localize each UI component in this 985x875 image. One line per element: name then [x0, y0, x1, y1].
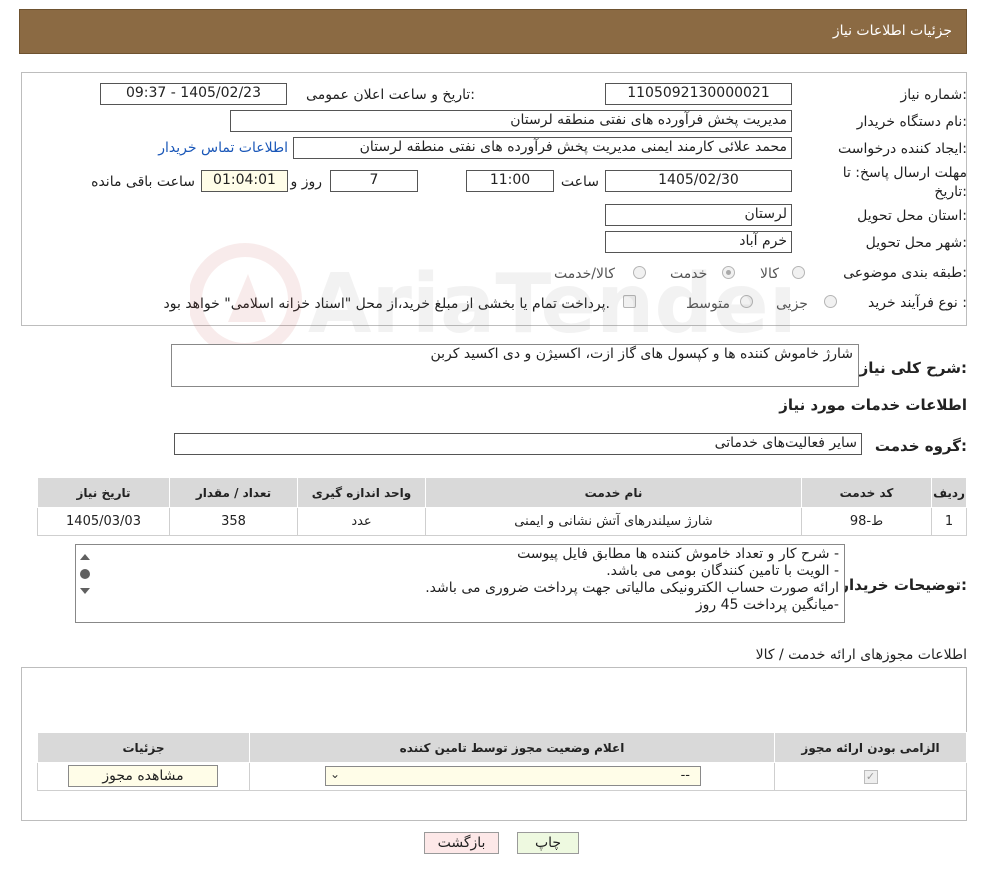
buyer-notes-textarea[interactable]: - شرح کار و تعداد خاموش کننده ها مطابق ف… — [75, 544, 845, 623]
summary-label: شرح کلی نیاز: — [859, 359, 967, 377]
need-number-field: 1105092130000021 — [605, 83, 792, 105]
process-option-minor-radio[interactable] — [824, 295, 837, 308]
process-option-medium-label: متوسط — [686, 296, 730, 312]
col-permit-details: جزئیات — [37, 732, 250, 763]
col-service-name: نام خدمت — [425, 477, 802, 508]
page-title: جزئیات اطلاعات نیاز — [832, 23, 952, 39]
deadline-date-field: 1405/02/30 — [605, 170, 792, 192]
back-button[interactable]: بازگشت — [424, 832, 499, 854]
buyer-notes-label: توضیحات خریدار: — [840, 576, 967, 594]
buyer-org-field: مدیریت پخش فرآورده های نفتی منطقه لرستان — [230, 110, 792, 132]
checkbox-disabled-icon: ✓ — [863, 770, 878, 784]
col-permit-status: اعلام وضعیت مجوز توسط تامین کننده — [249, 732, 775, 763]
table-row: 1 ط-98 شارژ سیلندرهای آتش نشانی و ایمنی … — [37, 507, 967, 536]
remaining-time-label: ساعت باقی مانده — [91, 174, 195, 190]
process-option-medium-radio[interactable] — [740, 295, 753, 308]
col-unit: واحد اندازه گیری — [297, 477, 426, 508]
announce-date-label: تاریخ و ساعت اعلان عمومی: — [306, 87, 475, 103]
delivery-city-field: خرم آباد — [605, 231, 792, 253]
category-option-goods-label: کالا — [760, 266, 779, 282]
need-number-label: شماره نیاز: — [900, 87, 967, 103]
deadline-time-field: 11:00 — [466, 170, 554, 192]
cell-permit-required: ✓ — [774, 762, 967, 791]
deadline-label: مهلت ارسال پاسخ: تا تاریخ: — [843, 164, 967, 202]
remaining-time-field: 01:04:01 — [201, 170, 288, 192]
permits-table-header: الزامی بودن ارائه مجوز اعلام وضعیت مجوز … — [37, 732, 967, 763]
cell-quantity: 358 — [169, 507, 298, 536]
deadline-label-line2: تاریخ: — [934, 184, 967, 200]
notes-scrollbar[interactable] — [77, 548, 93, 620]
service-group-label: گروه خدمت: — [874, 437, 967, 455]
treasury-payment-checkbox[interactable] — [623, 295, 636, 308]
permit-status-select-value: -- — [680, 768, 690, 783]
services-table-header: ردیف کد خدمت نام خدمت واحد اندازه گیری ت… — [37, 477, 967, 508]
category-label: طبقه بندی موضوعی: — [843, 265, 967, 281]
delivery-province-label: استان محل تحویل: — [857, 208, 967, 224]
process-type-label: نوع فرآیند خرید : — [868, 295, 967, 311]
category-option-both-label: کالا/خدمت — [554, 266, 615, 282]
summary-textarea[interactable]: شارژ خاموش کننده ها و کپسول های گاز ازت،… — [171, 344, 859, 387]
cell-row-no: 1 — [931, 507, 967, 536]
cell-need-date: 1405/03/03 — [37, 507, 170, 536]
col-service-code: کد خدمت — [801, 477, 932, 508]
scroll-thumb-icon — [80, 569, 90, 579]
notes-scrollbar-graphic — [80, 554, 90, 594]
cell-service-name: شارژ سیلندرهای آتش نشانی و ایمنی — [425, 507, 802, 536]
col-need-date: تاریخ نیاز — [37, 477, 170, 508]
scroll-down-icon — [80, 588, 90, 594]
buyer-org-label: نام دستگاه خریدار: — [856, 114, 967, 130]
chevron-down-icon: ⌄ — [330, 767, 341, 781]
services-section-title: اطلاعات خدمات مورد نیاز — [779, 396, 967, 414]
requester-label: ایجاد کننده درخواست: — [838, 141, 967, 157]
buyer-contact-link[interactable]: اطلاعات تماس خریدار — [158, 140, 288, 156]
process-option-minor-label: جزیی — [776, 296, 808, 312]
announce-date-field: 1405/02/23 - 09:37 — [100, 83, 287, 105]
print-button[interactable]: چاپ — [517, 832, 579, 854]
category-option-service-radio[interactable] — [722, 266, 735, 279]
delivery-province-field: لرستان — [605, 204, 792, 226]
category-option-goods-radio[interactable] — [792, 266, 805, 279]
buyer-note-line: -میانگین پرداخت 45 روز — [695, 597, 839, 613]
col-row-no: ردیف — [931, 477, 967, 508]
category-option-both-radio[interactable] — [633, 266, 646, 279]
col-quantity: تعداد / مقدار — [169, 477, 298, 508]
permits-section-title: اطلاعات مجوزهای ارائه خدمت / کالا — [755, 647, 967, 663]
services-table: ردیف کد خدمت نام خدمت واحد اندازه گیری ت… — [37, 477, 967, 536]
buyer-note-line: ارائه صورت حساب الکترونیکی مالیاتی جهت پ… — [425, 580, 839, 596]
requester-field: محمد علائی کارمند ایمنی مدیریت پخش فرآور… — [293, 137, 792, 159]
service-group-field: سایر فعالیت‌های خدماتی — [174, 433, 862, 455]
cell-service-code: ط-98 — [801, 507, 932, 536]
remaining-days-field: 7 — [330, 170, 418, 192]
buyer-note-line: - شرح کار و تعداد خاموش کننده ها مطابق ف… — [517, 546, 839, 562]
deadline-time-label: ساعت — [560, 174, 599, 190]
remaining-days-label: روز و — [290, 174, 323, 190]
delivery-city-label: شهر محل تحویل: — [865, 235, 967, 251]
deadline-label-line1: مهلت ارسال پاسخ: تا — [842, 165, 967, 181]
page-header: جزئیات اطلاعات نیاز — [19, 9, 967, 54]
category-option-service-label: خدمت — [670, 266, 708, 282]
col-permit-required: الزامی بودن ارائه مجوز — [774, 732, 967, 763]
cell-unit: عدد — [297, 507, 426, 536]
buyer-note-line: - الویت با تامین کنندگان بومی می باشد. — [606, 563, 839, 579]
permit-status-select[interactable]: -- ⌄ — [325, 766, 701, 786]
scroll-up-icon — [80, 554, 90, 560]
view-permit-button[interactable]: مشاهده مجوز — [68, 765, 218, 787]
treasury-payment-note: پرداخت تمام یا بخشی از مبلغ خرید،از محل … — [163, 296, 610, 312]
